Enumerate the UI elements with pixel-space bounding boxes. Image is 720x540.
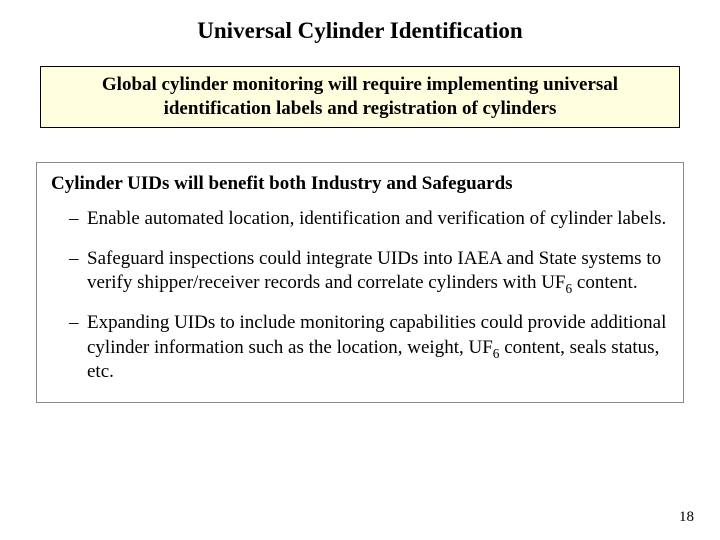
slide-title: Universal Cylinder Identification (30, 18, 690, 44)
callout-box: Global cylinder monitoring will require … (40, 66, 680, 128)
page-number: 18 (679, 509, 694, 526)
bullet-list: Enable automated location, identificatio… (51, 207, 669, 385)
list-item: Enable automated location, identificatio… (69, 207, 669, 231)
lead-text: Cylinder UIDs will benefit both Industry… (51, 173, 669, 195)
list-item: Expanding UIDs to include monitoring cap… (69, 311, 669, 384)
list-item: Safeguard inspections could integrate UI… (69, 247, 669, 296)
content-box: Cylinder UIDs will benefit both Industry… (36, 162, 684, 404)
